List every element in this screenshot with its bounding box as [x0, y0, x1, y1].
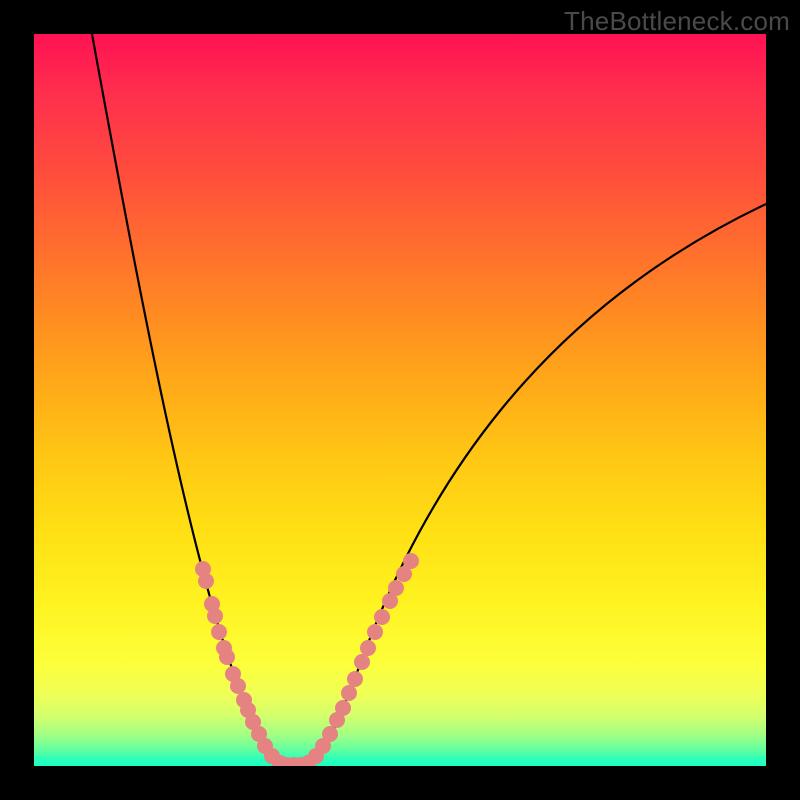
data-point	[341, 685, 357, 701]
data-markers	[34, 34, 766, 766]
data-point	[198, 573, 214, 589]
data-point	[403, 553, 419, 569]
data-point	[354, 654, 370, 670]
data-point	[322, 726, 338, 742]
data-point	[230, 678, 246, 694]
data-point	[211, 624, 227, 640]
data-point	[207, 608, 223, 624]
chart-plot-area	[34, 34, 766, 766]
data-point	[347, 671, 363, 687]
data-point	[335, 700, 351, 716]
data-point	[367, 624, 383, 640]
data-point	[388, 580, 404, 596]
data-point	[360, 640, 376, 656]
watermark-text: TheBottleneck.com	[564, 6, 790, 37]
data-point	[219, 649, 235, 665]
data-point	[374, 609, 390, 625]
